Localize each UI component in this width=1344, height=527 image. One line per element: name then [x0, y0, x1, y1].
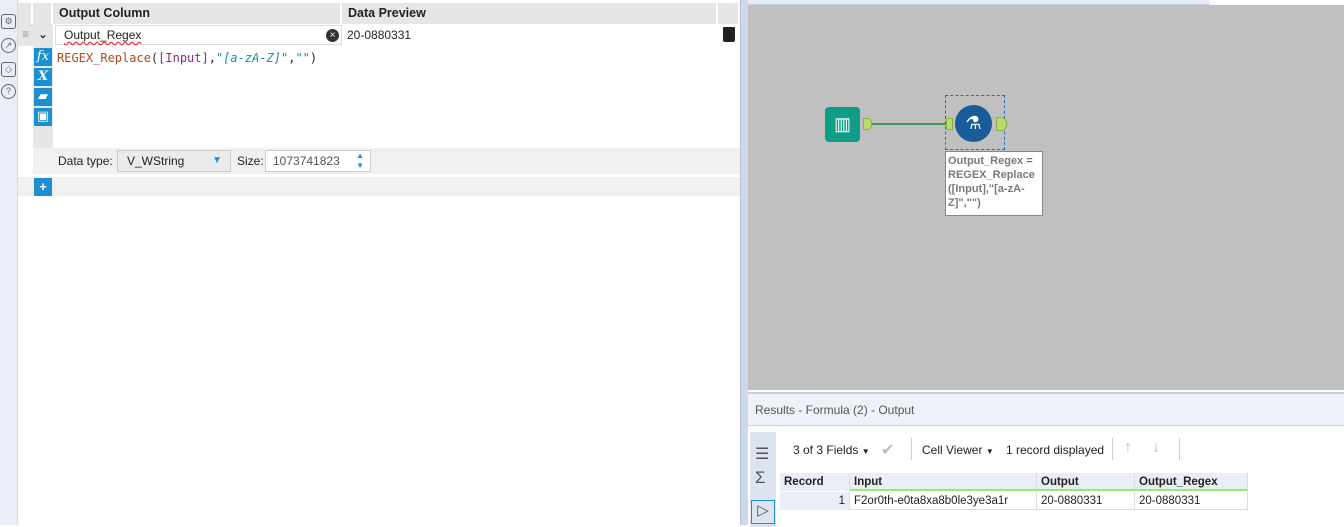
output-anchor[interactable] [996, 117, 1007, 131]
size-label: Size: [237, 154, 264, 168]
expr-function: REGEX_Replace [57, 51, 151, 65]
separator [1112, 438, 1113, 460]
workflow-canvas[interactable]: ▥ ⚗ Output_Regex = REGEX_Replace ([Input… [748, 5, 1344, 390]
fields-label: 3 of 3 Fields [793, 443, 859, 457]
help-icon[interactable]: ? [1, 84, 16, 99]
expr-comma: , [208, 51, 216, 65]
header-spacer [33, 3, 53, 24]
header-spacer [18, 3, 33, 24]
column-header-output[interactable]: Output [1037, 473, 1135, 491]
column-header-output-regex[interactable]: Output_Regex [1135, 473, 1248, 491]
panel-splitter[interactable] [740, 0, 748, 525]
output-tab-icon[interactable]: ▷ [751, 500, 775, 524]
separator [1179, 438, 1180, 460]
function-icon[interactable]: fx [34, 48, 52, 66]
record-number[interactable]: 1 [780, 492, 850, 510]
tag-icon[interactable]: ◇ [1, 62, 16, 77]
data-type-label: Data type: [58, 154, 113, 168]
expr-string: "[a-zA-Z]" [215, 51, 289, 65]
sigma-icon[interactable]: Σ [755, 468, 766, 488]
size-input[interactable]: 1073741823 ▲ ▼ [265, 150, 371, 172]
data-type-select[interactable]: V_WString ▼ [117, 150, 231, 172]
side-icon-strip: ⚙ ↗ ◇ ? [0, 0, 18, 525]
viewer-dropdown[interactable]: Cell Viewer ▼ [922, 443, 994, 457]
input-anchor[interactable] [946, 118, 953, 130]
chevron-down-icon[interactable]: ⌄ [33, 24, 53, 46]
save-icon[interactable]: ▣ [34, 108, 52, 126]
trash-icon[interactable] [723, 27, 735, 42]
output-column-value: Output_Regex [64, 28, 142, 42]
table-cell[interactable]: F2or0th-e0ta8xa8b0le3ye3a1r [850, 492, 1037, 510]
output-anchor[interactable] [863, 118, 872, 130]
gear-icon[interactable]: ⚙ [1, 14, 16, 29]
column-header-record[interactable]: Record [780, 473, 850, 491]
size-value: 1073741823 [273, 154, 340, 168]
variable-icon[interactable]: X [34, 68, 52, 86]
output-column-input[interactable]: Output_Regex × [55, 25, 342, 45]
input-tool-icon[interactable]: ▥ [825, 107, 860, 142]
navigate-icon[interactable]: ↗ [1, 38, 16, 53]
viewer-label: Cell Viewer [922, 443, 983, 457]
connection-line [872, 123, 946, 125]
expr-paren: ) [309, 51, 318, 65]
record-count: 1 record displayed [1006, 443, 1105, 457]
drag-handle-icon[interactable]: ≡ [18, 24, 33, 46]
tool-annotation: Output_Regex = REGEX_Replace ([Input],"[… [945, 151, 1043, 216]
check-icon[interactable]: ✔ [881, 440, 894, 460]
add-row [18, 177, 740, 196]
output-column-header: Output Column [53, 3, 342, 24]
dropdown-arrow-icon: ▼ [212, 155, 222, 166]
results-title: Results - Formula (2) - Output [748, 394, 1344, 426]
column-header-input[interactable]: Input [850, 473, 1037, 491]
results-panel: Results - Formula (2) - Output ☰ Σ ▷ 3 o… [748, 392, 1344, 527]
open-folder-icon[interactable]: ▰ [34, 88, 52, 106]
arrow-down-icon[interactable]: ↓ [1152, 439, 1160, 457]
fields-dropdown[interactable]: 3 of 3 Fields ▼ [793, 443, 870, 457]
data-type-value: V_WString [127, 154, 185, 168]
data-preview-value: 20-0880331 [347, 28, 412, 42]
expression-editor[interactable]: REGEX_Replace([Input],"[a-zA-Z]","") [57, 51, 317, 65]
results-side-tabs: ☰ Σ ▷ [750, 432, 776, 527]
expr-field: [Input] [158, 51, 209, 65]
arrow-up-icon[interactable]: ↑ [1124, 439, 1132, 457]
separator [911, 438, 912, 460]
clear-icon[interactable]: × [326, 29, 339, 42]
expr-string: "" [295, 51, 310, 65]
formula-tool-icon[interactable]: ⚗ [955, 105, 992, 142]
table-cell[interactable]: 20-0880331 [1135, 492, 1248, 510]
add-field-button[interactable]: + [34, 178, 52, 196]
formula-config-panel: Output Column Data Preview ≡ ⌄ Output_Re… [18, 0, 740, 525]
list-icon[interactable]: ☰ [755, 444, 769, 464]
header-spacer [718, 3, 740, 24]
data-preview-header: Data Preview [342, 3, 718, 24]
size-stepper[interactable]: ▲ ▼ [356, 151, 364, 171]
table-cell[interactable]: 20-0880331 [1037, 492, 1135, 510]
